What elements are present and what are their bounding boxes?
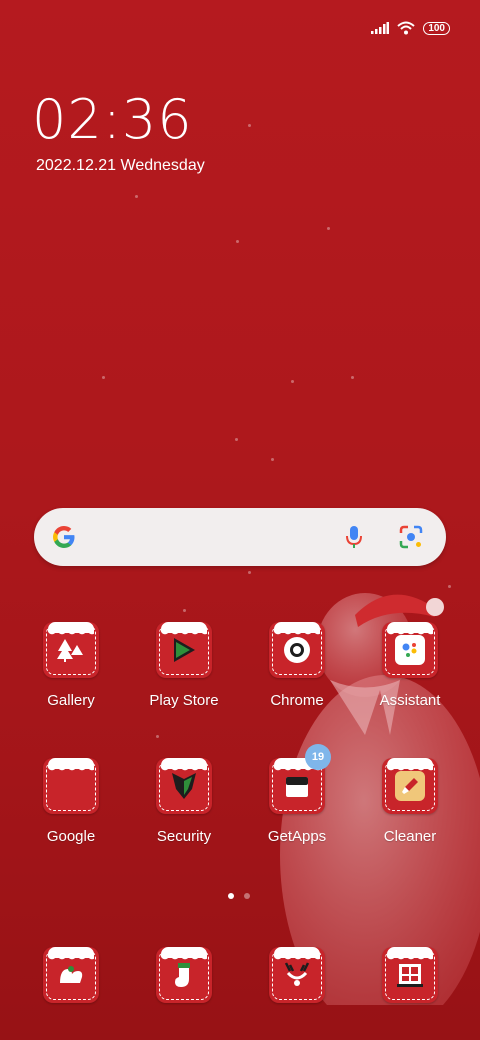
app-label: Play Store bbox=[149, 692, 219, 709]
cleaner-icon bbox=[382, 758, 438, 814]
status-bar: 100 bbox=[371, 18, 450, 38]
snow-speck bbox=[235, 438, 238, 441]
messages-stocking-icon bbox=[156, 947, 212, 1003]
app-cleaner[interactable]: Cleaner bbox=[360, 758, 460, 845]
snow-speck bbox=[236, 240, 239, 243]
snow-speck bbox=[183, 609, 186, 612]
dock-phone[interactable] bbox=[21, 947, 121, 1003]
app-play-store[interactable]: Play Store bbox=[134, 622, 234, 709]
snow-speck bbox=[351, 376, 354, 379]
app-assistant[interactable]: Assistant bbox=[360, 622, 460, 709]
snow-speck bbox=[327, 227, 330, 230]
google-folder-icon bbox=[43, 758, 99, 814]
app-gallery[interactable]: Gallery bbox=[21, 622, 121, 709]
clock-time[interactable]: 02:36 bbox=[32, 88, 193, 151]
browser-window-icon bbox=[382, 947, 438, 1003]
app-chrome[interactable]: Chrome bbox=[247, 622, 347, 709]
play-store-icon bbox=[156, 622, 212, 678]
phone-bells-icon bbox=[43, 947, 99, 1003]
chrome-icon bbox=[269, 622, 325, 678]
snow-speck bbox=[248, 571, 251, 574]
signal-icon bbox=[371, 22, 390, 34]
page-dot-active[interactable] bbox=[228, 893, 234, 899]
app-label: Gallery bbox=[47, 692, 95, 709]
snow-speck bbox=[448, 585, 451, 588]
notification-badge: 19 bbox=[305, 744, 331, 770]
snow-speck bbox=[291, 380, 294, 383]
security-icon bbox=[156, 758, 212, 814]
dock-messages[interactable] bbox=[134, 947, 234, 1003]
battery-indicator: 100 bbox=[423, 21, 450, 35]
app-label: Google bbox=[46, 828, 96, 845]
app-getapps[interactable]: 19 GetApps bbox=[247, 744, 347, 845]
app-label: Cleaner bbox=[383, 828, 437, 845]
voice-search-mic-icon[interactable] bbox=[340, 523, 368, 551]
gallery-tree-icon bbox=[43, 622, 99, 678]
camera-reindeer-icon bbox=[269, 947, 325, 1003]
snow-speck bbox=[102, 376, 105, 379]
getapps-icon: 19 bbox=[269, 744, 331, 814]
wifi-icon bbox=[397, 21, 415, 35]
app-label: GetApps bbox=[267, 828, 327, 845]
app-security[interactable]: Security bbox=[134, 758, 234, 845]
app-label: Chrome bbox=[270, 692, 324, 709]
folder-google[interactable]: Google bbox=[21, 758, 121, 845]
snow-speck bbox=[135, 195, 138, 198]
dock-camera[interactable] bbox=[247, 947, 347, 1003]
app-label: Assistant bbox=[379, 692, 441, 709]
snow-speck bbox=[248, 124, 251, 127]
google-lens-icon[interactable] bbox=[398, 524, 424, 550]
dock-browser[interactable] bbox=[360, 947, 460, 1003]
assistant-icon bbox=[382, 622, 438, 678]
app-label: Security bbox=[156, 828, 212, 845]
page-indicator[interactable] bbox=[228, 893, 250, 899]
google-logo-icon bbox=[53, 526, 75, 548]
clock-date[interactable]: 2022.12.21 Wednesday bbox=[36, 157, 205, 175]
snow-speck bbox=[156, 735, 159, 738]
google-search-bar[interactable] bbox=[34, 508, 446, 566]
page-dot[interactable] bbox=[244, 893, 250, 899]
snow-speck bbox=[271, 458, 274, 461]
